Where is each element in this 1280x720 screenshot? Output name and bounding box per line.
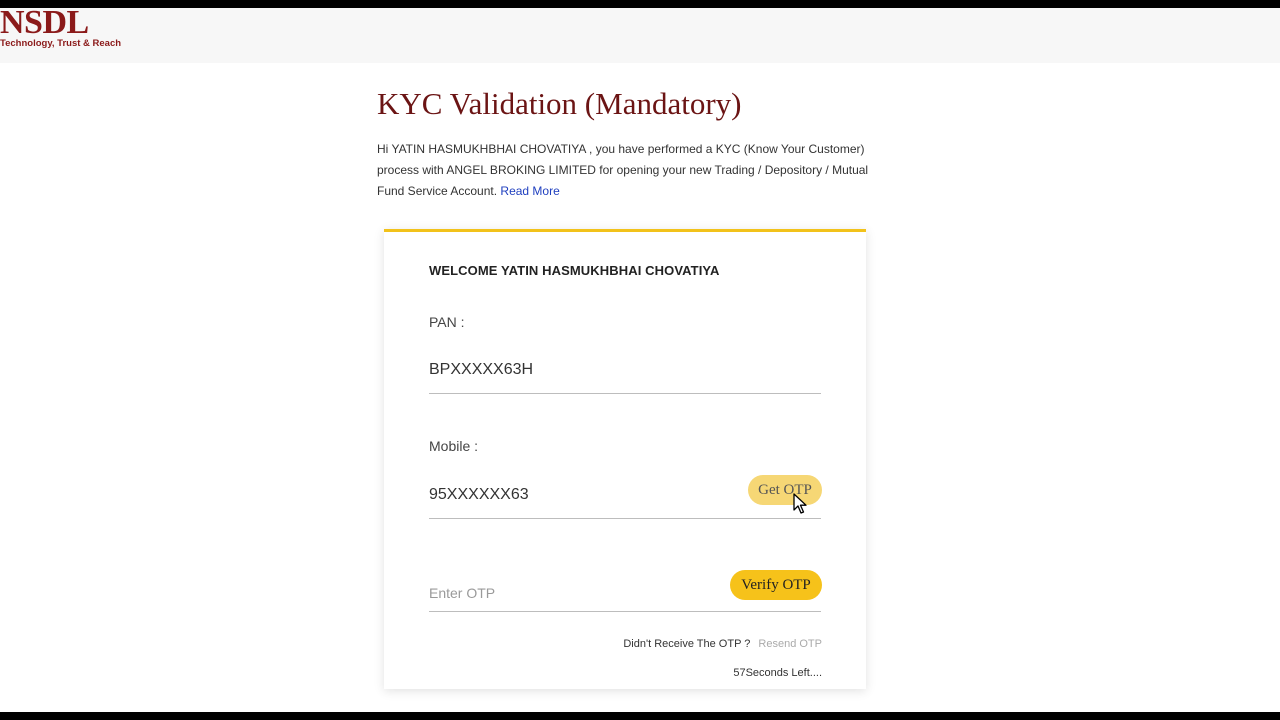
pan-underline [429, 393, 821, 394]
letterbox-top [0, 0, 1280, 8]
logo-tagline: Technology, Trust & Reach [0, 38, 122, 49]
verify-otp-button[interactable]: Verify OTP [730, 570, 822, 600]
letterbox-bottom [0, 712, 1280, 720]
read-more-link[interactable]: Read More [500, 184, 559, 198]
otp-timer: 57Seconds Left.... [733, 667, 822, 679]
intro-paragraph: Hi YATIN HASMUKHBHAI CHOVATIYA , you hav… [377, 139, 877, 202]
welcome-heading: WELCOME YATIN HASMUKHBHAI CHOVATIYA [429, 263, 720, 278]
otp-input[interactable] [429, 581, 709, 605]
intro-text: Hi YATIN HASMUKHBHAI CHOVATIYA , you hav… [377, 142, 869, 198]
page-title: KYC Validation (Mandatory) [377, 86, 742, 121]
kyc-card: WELCOME YATIN HASMUKHBHAI CHOVATIYA PAN … [384, 229, 866, 689]
resend-row: Didn't Receive The OTP ? Resend OTP [623, 638, 822, 650]
didnt-receive-text: Didn't Receive The OTP ? [623, 638, 751, 650]
mobile-value: 95XXXXXX63 [429, 486, 529, 503]
nsdl-logo[interactable]: NSDL Technology, Trust & Reach [0, 4, 122, 50]
site-header: NSDL Technology, Trust & Reach [0, 4, 1280, 63]
pan-label: PAN : [429, 314, 465, 330]
otp-underline [429, 611, 821, 612]
mouse-pointer-icon [793, 493, 807, 514]
resend-otp-link[interactable]: Resend OTP [758, 638, 822, 650]
logo-wordmark: NSDL [0, 4, 89, 41]
get-otp-button[interactable]: Get OTP [748, 475, 822, 505]
mobile-label: Mobile : [429, 438, 479, 454]
mobile-underline [429, 518, 821, 519]
pan-value: BPXXXXX63H [429, 361, 534, 378]
